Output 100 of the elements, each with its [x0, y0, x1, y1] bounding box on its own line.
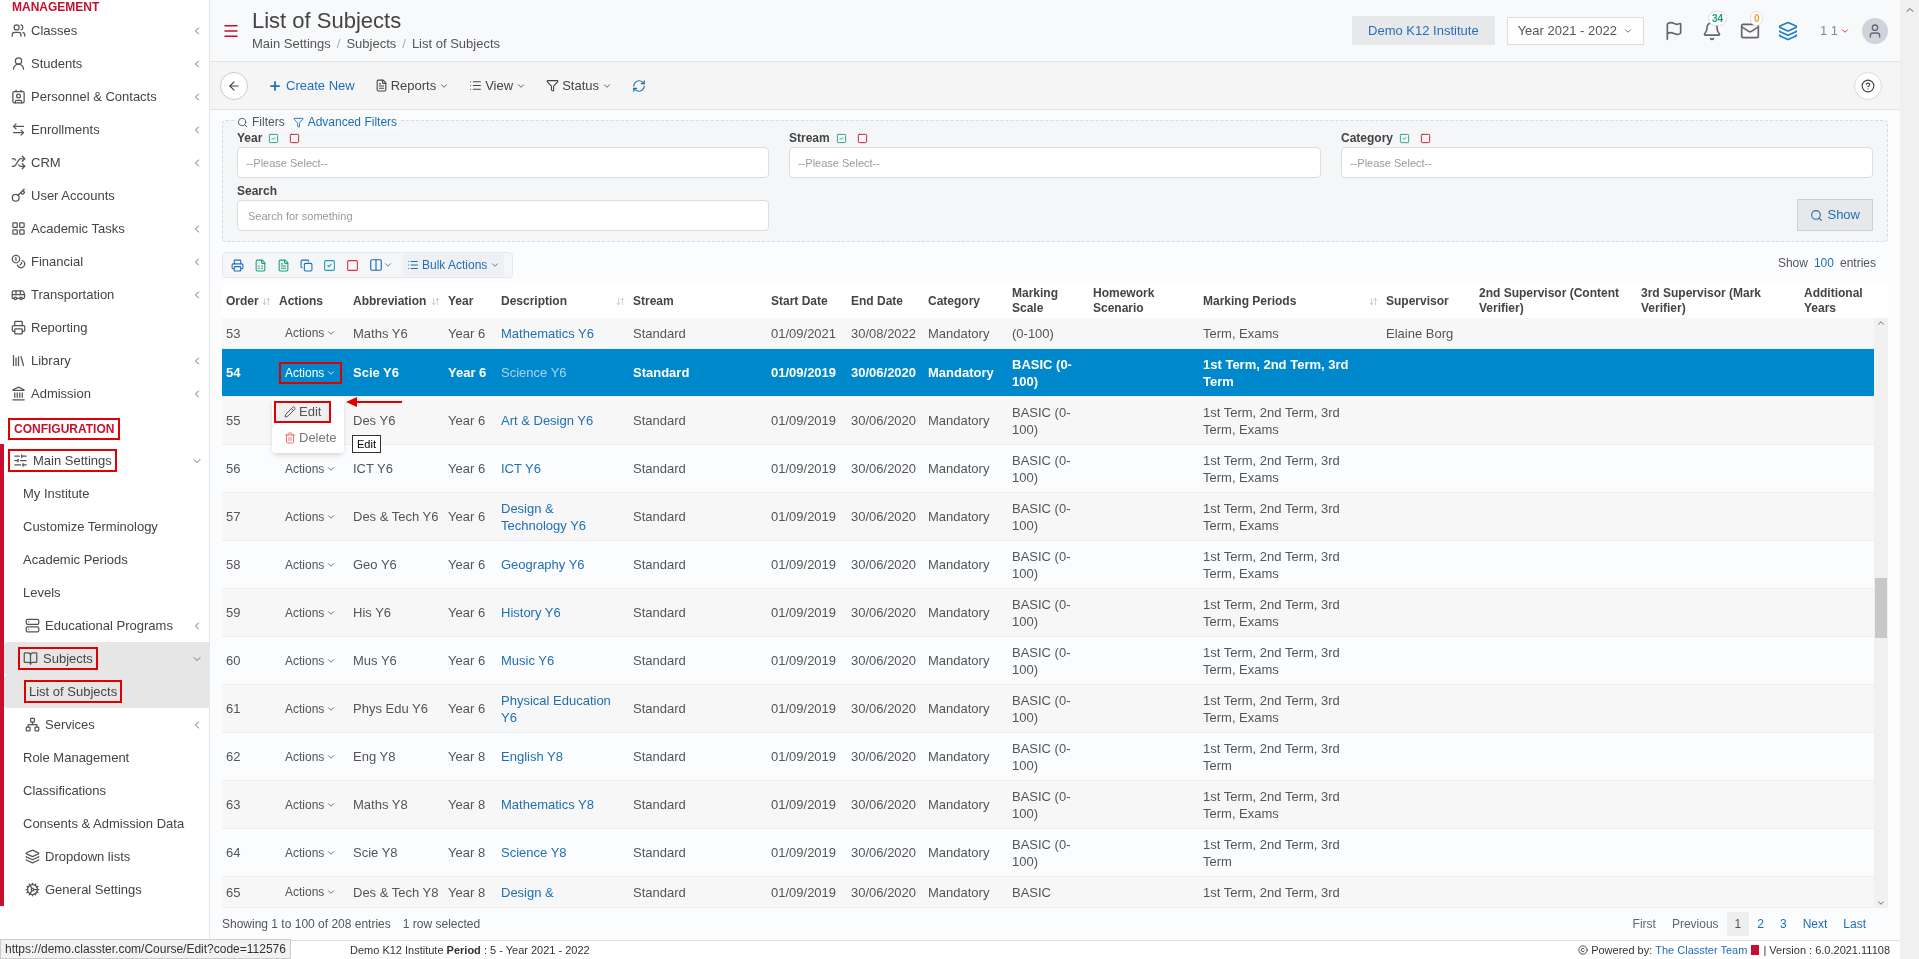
document-icon[interactable] — [277, 258, 290, 272]
sidebar-item[interactable]: Students — [6, 51, 88, 76]
pagination-link[interactable]: 1 — [1726, 912, 1750, 936]
actions-dropdown[interactable]: Actions — [279, 505, 343, 528]
sidebar-item[interactable]: Personnel & Contacts — [6, 84, 162, 109]
pagination-link[interactable]: 2 — [1749, 912, 1772, 936]
table-row[interactable]: 57 Actions Des & Tech Y6 Year 6 Design & Technology Y6 Standard 01/09/2019 30/06/2020 Mandatory BASIC (0-100) 1st Term, 2nd Term, 3rd Term, Exams — [222, 493, 1874, 541]
actions-dropdown[interactable]: Actions — [279, 745, 343, 768]
actions-dropdown[interactable]: Actions — [279, 601, 343, 624]
sidebar-item[interactable]: Classes — [6, 18, 83, 43]
actions-dropdown[interactable]: Actions — [279, 361, 343, 384]
column-header[interactable]: Year — [448, 293, 474, 309]
create-new-button[interactable]: Create New — [268, 75, 355, 96]
sort-icon[interactable] — [616, 296, 625, 306]
column-header[interactable]: 3rd Supervisor (Mark Verifier) — [1641, 286, 1796, 316]
subject-link[interactable]: History Y6 — [501, 604, 621, 621]
actions-dropdown[interactable]: Actions — [279, 457, 343, 480]
subject-link[interactable]: Physical Education Y6 — [501, 691, 621, 726]
pagination-link[interactable]: Previous — [1663, 912, 1727, 936]
column-header[interactable]: Supervisor — [1386, 293, 1449, 309]
column-header[interactable]: 2nd Supervisor (Content Verifier) — [1479, 286, 1633, 316]
actions-dropdown[interactable]: Actions — [279, 697, 343, 720]
clear-icon[interactable] — [856, 132, 868, 144]
sort-icon[interactable] — [262, 296, 271, 306]
sidebar-item[interactable]: Role Management — [18, 745, 135, 770]
sidebar-item[interactable]: Classifications — [18, 778, 112, 803]
toolbar-dropdown[interactable]: Reports — [374, 75, 450, 96]
bulk-actions-button[interactable]: Bulk Actions — [403, 254, 505, 276]
menu-item[interactable]: Edit — [274, 401, 332, 423]
back-button[interactable] — [220, 71, 248, 100]
table-scrollbar[interactable] — [1874, 318, 1888, 908]
column-header[interactable]: Actions — [279, 293, 323, 309]
column-header[interactable]: Marking Scale — [1012, 286, 1085, 316]
scroll-down-icon[interactable] — [1876, 898, 1886, 908]
page-size-select[interactable]: 100 — [1813, 254, 1834, 272]
sidebar-item[interactable]: CRM — [6, 150, 66, 175]
actions-dropdown[interactable]: Actions — [279, 793, 343, 816]
team-link[interactable]: The Classter Team — [1655, 941, 1748, 959]
institute-button[interactable]: Demo K12 Institute — [1352, 16, 1495, 45]
subject-link[interactable]: Music Y6 — [501, 652, 621, 669]
column-header[interactable]: Description — [501, 293, 567, 309]
subject-link[interactable]: Mathematics Y6 — [501, 324, 621, 342]
advanced-filters-link[interactable]: Advanced Filters — [307, 113, 398, 131]
toolbar-dropdown[interactable]: Status — [546, 75, 612, 96]
sidebar-item[interactable]: Transportation — [6, 282, 120, 307]
layers-icon[interactable] — [1777, 20, 1798, 41]
subject-link[interactable]: Design & — [501, 883, 621, 901]
page-scrollbar[interactable] — [1900, 0, 1919, 959]
select-all-icon[interactable] — [1399, 132, 1410, 144]
sidebar-item[interactable]: Levels — [18, 580, 66, 605]
sidebar-item[interactable]: Academic Periods — [18, 547, 133, 572]
actions-dropdown[interactable]: Actions — [279, 322, 343, 344]
sort-icon[interactable] — [1369, 296, 1378, 306]
sidebar-item[interactable]: Consents & Admission Data — [18, 811, 190, 836]
scroll-up-icon[interactable] — [1876, 318, 1886, 328]
sidebar-item[interactable]: Academic Tasks — [6, 216, 130, 241]
column-header[interactable]: Category — [928, 293, 980, 309]
sidebar-item[interactable]: My Institute — [18, 481, 95, 506]
column-header[interactable]: Marking Periods — [1203, 293, 1297, 309]
check-square-icon[interactable] — [323, 258, 336, 272]
clear-icon[interactable] — [289, 132, 301, 144]
actions-dropdown[interactable]: Actions — [279, 881, 343, 903]
sidebar-item[interactable]: General Settings — [20, 877, 147, 902]
sidebar-item[interactable]: Educational Programs — [20, 613, 178, 638]
actions-dropdown[interactable]: Actions — [279, 649, 343, 672]
sidebar-item[interactable]: Enrollments — [6, 117, 105, 142]
sidebar-item[interactable]: Library — [6, 348, 76, 373]
sidebar-item[interactable]: User Accounts — [6, 183, 120, 208]
breadcrumb-link[interactable]: List of Subjects — [411, 33, 501, 54]
sidebar-item[interactable]: Main Settings — [8, 448, 117, 473]
bell-icon[interactable] — [1701, 20, 1722, 41]
copy-icon[interactable] — [300, 258, 313, 272]
sidebar-item[interactable]: Financial — [6, 249, 89, 274]
filter-select[interactable]: --Please Select-- — [237, 147, 769, 178]
sidebar-item[interactable]: Admission — [6, 381, 96, 406]
sidebar-item[interactable]: List of Subjects — [24, 679, 123, 704]
sidebar-item[interactable]: Reporting — [6, 315, 93, 340]
pagination-link[interactable]: Last — [1835, 912, 1874, 936]
sidebar-item[interactable]: Subjects — [18, 646, 98, 671]
select-all-icon[interactable] — [268, 132, 280, 144]
breadcrumb-link[interactable]: Subjects — [346, 33, 397, 54]
pagination-link[interactable]: First — [1624, 912, 1664, 936]
subject-link[interactable]: English Y8 — [501, 748, 621, 765]
avatar[interactable] — [1862, 17, 1888, 44]
sort-icon[interactable] — [431, 296, 440, 306]
column-header[interactable]: Abbreviation — [353, 293, 427, 309]
sidebar-item[interactable]: Services — [20, 712, 100, 737]
search-field[interactable]: Search for something — [237, 200, 769, 231]
table-row[interactable]: 61 Actions Phys Edu Y6 Year 6 Physical Education Y6 Standard 01/09/2019 30/06/2020 Mandatory BASIC (0-100) 1st Term, 2nd Term, 3rd Term, Exams — [222, 685, 1874, 733]
select-all-icon[interactable] — [835, 132, 847, 144]
toolbar-dropdown[interactable]: View — [469, 75, 527, 96]
subject-link[interactable]: Design & Technology Y6 — [501, 499, 621, 534]
show-button[interactable]: Show — [1797, 199, 1873, 231]
column-header[interactable]: Stream — [633, 293, 674, 309]
year-select[interactable]: Year 2021 - 2022 — [1506, 16, 1644, 45]
pagination-link[interactable]: 3 — [1771, 912, 1795, 936]
table-row[interactable]: 65 Actions Des & Tech Y8 Year 8 Design & Standard 01/09/2019 30/06/2020 Mandatory BASIC 1st Term, 2nd Term, 3rd — [222, 877, 1874, 908]
help-button[interactable] — [1854, 71, 1882, 100]
sidebar-item[interactable]: Dropdown lists — [20, 844, 136, 869]
column-header[interactable]: End Date — [851, 293, 903, 309]
